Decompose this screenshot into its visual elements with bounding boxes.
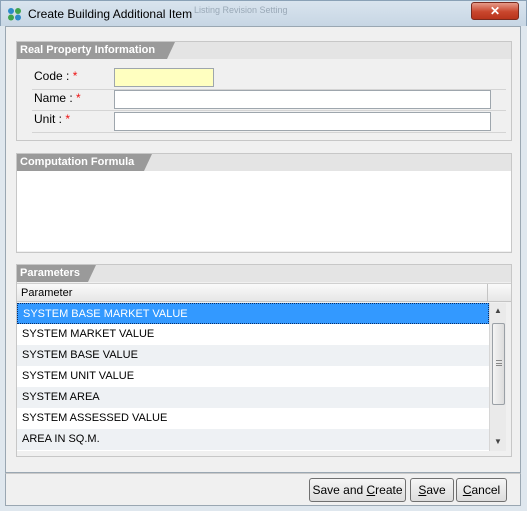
- table-row[interactable]: SYSTEM MARKET VALUE: [17, 324, 489, 345]
- name-label: Name : *: [34, 91, 81, 105]
- parameters-title: Parameters: [17, 265, 96, 282]
- formula-editor[interactable]: [17, 171, 511, 251]
- table-row[interactable]: AREA IN SQ.M.: [17, 429, 489, 450]
- scroll-down-arrow-icon[interactable]: ▼: [490, 434, 506, 450]
- computation-formula-title: Computation Formula: [17, 154, 152, 171]
- table-row[interactable]: SYSTEM BASE VALUE: [17, 345, 489, 366]
- grip-icon: [496, 360, 502, 366]
- code-input[interactable]: [114, 68, 214, 87]
- panel-header: Real Property Information: [17, 42, 511, 59]
- background-window-title: Listing Revision Setting: [194, 5, 288, 15]
- required-marker: *: [72, 69, 78, 83]
- unit-input[interactable]: [114, 112, 491, 131]
- close-icon: ✕: [489, 4, 501, 18]
- scroll-up-arrow-icon[interactable]: ▲: [490, 303, 506, 319]
- real-property-title: Real Property Information: [17, 42, 175, 59]
- code-label: Code : *: [34, 69, 78, 83]
- table-row[interactable]: SYSTEM BASE MARKET VALUE: [17, 303, 489, 324]
- table-row[interactable]: SYSTEM UNIT VALUE: [17, 366, 489, 387]
- dialog-footer: Save and Create Save Cancel: [5, 473, 521, 506]
- panel-header: Computation Formula: [17, 154, 511, 171]
- required-marker: *: [76, 91, 81, 105]
- window-title: Create Building Additional Item: [28, 7, 193, 21]
- cancel-button[interactable]: Cancel: [456, 478, 507, 502]
- vertical-scrollbar[interactable]: ▲ ▼: [489, 303, 506, 451]
- real-property-panel: Real Property Information Code : * Name …: [16, 41, 512, 141]
- scrollbar-thumb[interactable]: [492, 323, 505, 405]
- table-row[interactable]: SYSTEM AREA: [17, 387, 489, 408]
- dialog-body: Real Property Information Code : * Name …: [5, 26, 521, 473]
- parameter-list: SYSTEM BASE MARKET VALUE SYSTEM MARKET V…: [17, 303, 489, 451]
- title-bar: Create Building Additional Item Listing …: [0, 0, 527, 26]
- parameters-panel: Parameters Parameter SYSTEM BASE MARKET …: [16, 264, 512, 457]
- required-marker: *: [65, 112, 71, 126]
- table-row[interactable]: SYSTEM ASSESSED VALUE: [17, 408, 489, 429]
- column-header-parameter[interactable]: Parameter: [21, 287, 72, 299]
- unit-label: Unit : *: [34, 112, 71, 126]
- save-and-create-button[interactable]: Save and Create: [309, 478, 406, 502]
- close-button[interactable]: ✕: [471, 2, 519, 20]
- save-button[interactable]: Save: [410, 478, 454, 502]
- panel-header: Parameters: [17, 265, 511, 282]
- computation-formula-panel: Computation Formula: [16, 153, 512, 253]
- parameter-table-header: Parameter: [17, 283, 511, 302]
- name-input[interactable]: [114, 90, 491, 109]
- app-logo-icon: [8, 8, 21, 21]
